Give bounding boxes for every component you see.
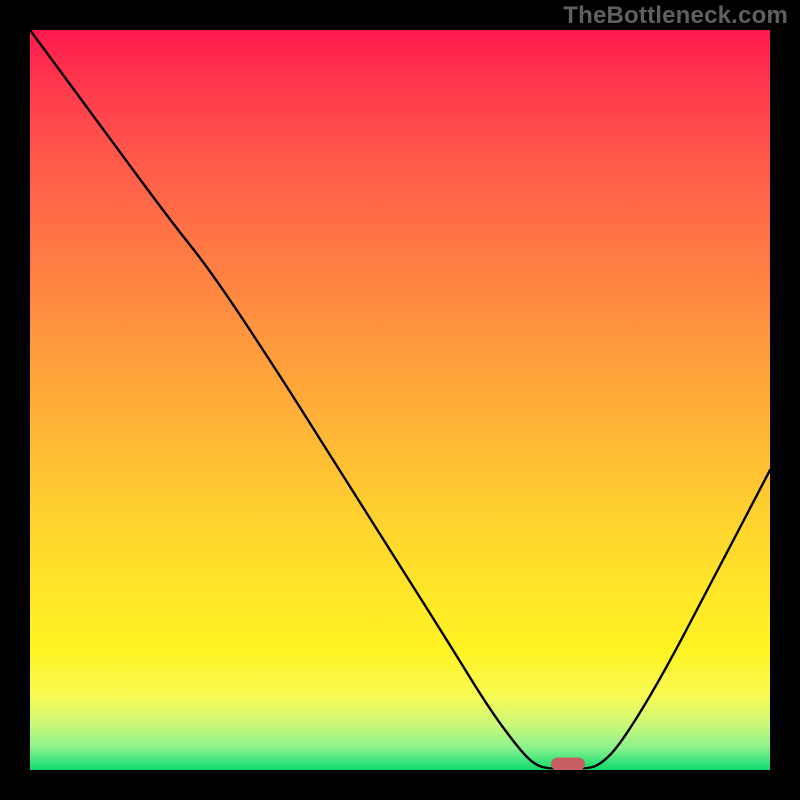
optimal-marker <box>551 758 585 771</box>
bottleneck-curve-path <box>30 30 770 769</box>
plot-area <box>30 30 770 770</box>
watermark-text: TheBottleneck.com <box>563 2 788 30</box>
bottleneck-curve <box>30 30 770 770</box>
chart-frame: TheBottleneck.com <box>0 0 800 800</box>
